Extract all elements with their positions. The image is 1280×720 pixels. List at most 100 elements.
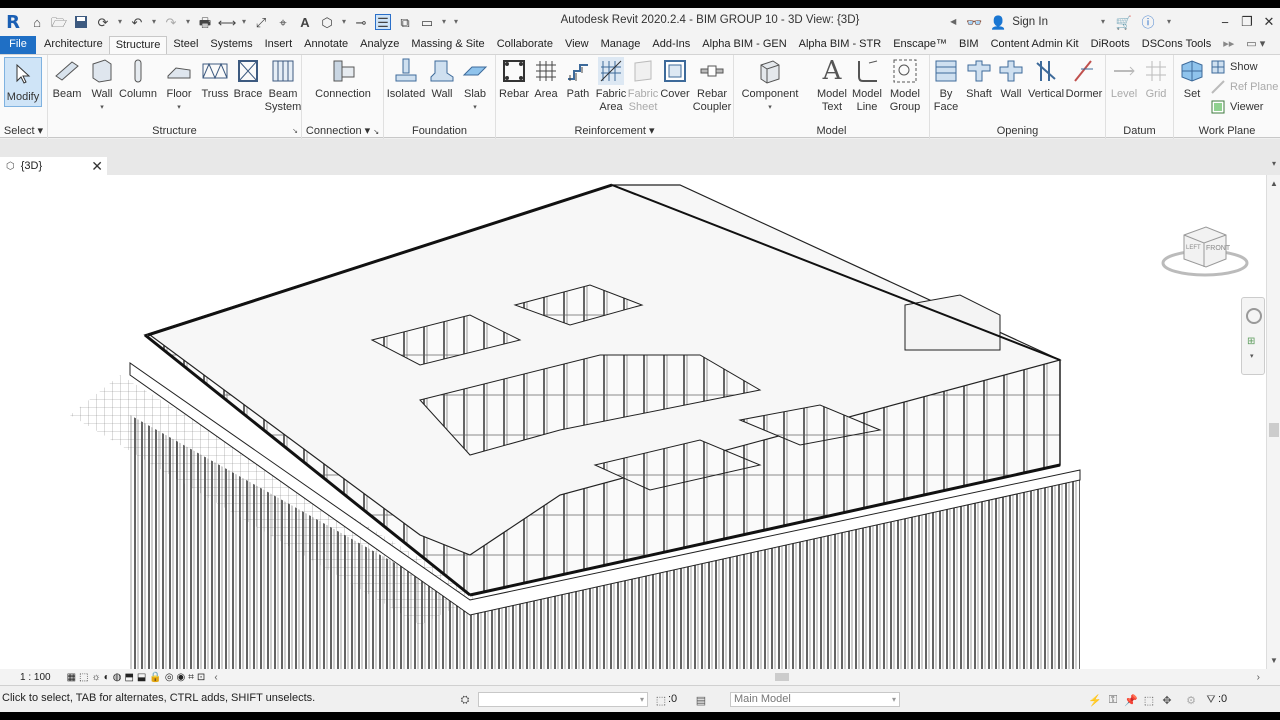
dimension-icon[interactable]: ⤢ xyxy=(253,14,269,30)
tab-massing-site[interactable]: Massing & Site xyxy=(405,36,490,54)
vertical-opening-button[interactable]: Vertical xyxy=(1028,57,1064,101)
rebar-coupler-button[interactable]: Rebar Coupler xyxy=(692,57,732,114)
drag-elements-icon[interactable]: ✥ xyxy=(1160,693,1174,707)
thin-lines-icon[interactable]: ☰ xyxy=(375,14,391,30)
close-icon[interactable]: ✕ xyxy=(1258,14,1280,30)
section-icon[interactable]: ⊸ xyxy=(353,14,369,30)
scroll-up-icon[interactable]: ▲ xyxy=(1270,179,1278,188)
select-pinned-icon[interactable]: 📌 xyxy=(1124,693,1138,707)
highlight-displacement-icon[interactable]: ⊡ xyxy=(197,672,205,683)
tab-insert[interactable]: Insert xyxy=(259,36,299,54)
measure-icon[interactable]: ⟷ xyxy=(218,14,237,30)
help-icon[interactable]: ⓘ xyxy=(1140,14,1156,30)
minimize-icon[interactable]: − xyxy=(1214,15,1236,30)
tab-alpha-bim-gen[interactable]: Alpha BIM - GEN xyxy=(696,36,792,54)
horizontal-scroll-thumb[interactable] xyxy=(775,673,789,681)
3d-view-dropdown-icon[interactable]: ▾ xyxy=(339,14,349,30)
lock-view-icon[interactable]: 🔒 xyxy=(149,672,161,683)
component-dropdown-icon[interactable]: ▾ xyxy=(768,101,772,114)
slab-dropdown-icon[interactable]: ▾ xyxy=(473,101,477,114)
floor-button[interactable]: Floor ▾ xyxy=(164,57,194,114)
tab-alpha-bim-str[interactable]: Alpha BIM - STR xyxy=(793,36,888,54)
wall-foundation-button[interactable]: Wall xyxy=(428,57,456,101)
vertical-scroll-thumb[interactable] xyxy=(1269,423,1279,437)
set-button[interactable]: Set xyxy=(1178,57,1206,101)
area-reinforcement-button[interactable]: Area xyxy=(532,57,560,101)
tab-architecture[interactable]: Architecture xyxy=(38,36,109,54)
text-icon[interactable]: A xyxy=(297,14,313,30)
viewcube-front-face[interactable]: FRONT xyxy=(1206,245,1230,252)
scroll-left-icon[interactable]: ‹ xyxy=(214,672,217,683)
background-processes-icon[interactable]: ⚙ xyxy=(1184,693,1198,707)
navigation-dropdown-icon[interactable]: ▾ xyxy=(1250,352,1254,360)
scroll-down-icon[interactable]: ▼ xyxy=(1270,656,1278,665)
ref-plane-button[interactable]: Ref Plane xyxy=(1210,79,1278,95)
shadows-icon[interactable]: ◐ xyxy=(104,672,110,683)
wall-dropdown-icon[interactable]: ▾ xyxy=(100,101,104,114)
workset-dropdown-icon[interactable]: ▾ xyxy=(640,693,644,706)
by-face-button[interactable]: By Face xyxy=(932,57,960,114)
cart-icon[interactable]: 🛒 xyxy=(1116,14,1132,30)
steering-wheel-icon[interactable] xyxy=(1246,308,1262,324)
analytical-model-icon[interactable]: ⌗ xyxy=(188,672,194,683)
scale-label[interactable]: 1 : 100 xyxy=(20,672,51,683)
home-icon[interactable]: ⌂ xyxy=(29,14,45,30)
dormer-button[interactable]: Dormer xyxy=(1066,57,1102,101)
tab-steel[interactable]: Steel xyxy=(167,36,204,54)
select-panel-title[interactable]: Select ▾ xyxy=(0,124,47,137)
path-reinforcement-button[interactable]: Path xyxy=(564,57,592,101)
grid-button[interactable]: Grid xyxy=(1142,57,1170,101)
component-button[interactable]: Component ▾ xyxy=(742,57,798,114)
model-line-button[interactable]: Model Line xyxy=(850,57,884,114)
horizontal-scrollbar[interactable] xyxy=(310,673,1260,681)
select-by-face-icon[interactable]: ⬚ xyxy=(1142,693,1156,707)
tag-icon[interactable]: ⌖ xyxy=(275,14,291,30)
beam-button[interactable]: Beam xyxy=(52,57,82,101)
open-icon[interactable]: 🗁 xyxy=(51,14,67,30)
filter-icon[interactable]: ⛛ xyxy=(1204,693,1218,707)
isolated-foundation-button[interactable]: Isolated xyxy=(386,57,426,101)
vertical-scrollbar[interactable]: ▲ ▼ xyxy=(1266,175,1280,669)
customize-qat-icon[interactable]: ▾ xyxy=(451,14,461,30)
user-icon[interactable]: 👤 xyxy=(990,14,1006,30)
hide-isolate-icon[interactable]: ◎ xyxy=(165,672,174,683)
zoom-icon[interactable]: ⊞ xyxy=(1247,336,1255,347)
model-text-button[interactable]: A Model Text xyxy=(816,57,848,114)
worksets-icon[interactable]: ⛭ xyxy=(458,693,472,707)
column-button[interactable]: Column xyxy=(119,57,157,101)
fabric-sheet-button[interactable]: Fabric Sheet xyxy=(626,57,660,114)
design-option-dropdown-icon[interactable]: ▾ xyxy=(892,693,896,706)
maximize-icon[interactable]: ❐ xyxy=(1236,14,1258,30)
design-option-combo[interactable]: Main Model ▾ xyxy=(730,692,900,707)
3d-view-canvas[interactable]: LEFT FRONT ⊞ ▾ ▲ ▼ xyxy=(0,175,1280,669)
tab-diroots[interactable]: DiRoots xyxy=(1085,36,1136,54)
revit-logo[interactable]: R xyxy=(4,12,22,33)
show-work-plane-button[interactable]: Show xyxy=(1210,59,1258,75)
modify-button[interactable]: Modify xyxy=(4,57,42,107)
wall-opening-button[interactable]: Wall xyxy=(998,57,1024,101)
viewcube[interactable]: LEFT FRONT xyxy=(1160,221,1250,281)
close-view-tab-icon[interactable]: ✕ xyxy=(91,158,103,175)
tab-structure[interactable]: Structure xyxy=(108,36,168,54)
sun-path-icon[interactable]: ☼ xyxy=(92,672,101,683)
rebar-button[interactable]: Rebar xyxy=(498,57,530,101)
tab-systems[interactable]: Systems xyxy=(204,36,258,54)
tab-view[interactable]: View xyxy=(559,36,595,54)
visual-style-icon[interactable]: ⬚ xyxy=(79,672,88,683)
tab-file[interactable]: File xyxy=(0,36,36,54)
cover-button[interactable]: Cover xyxy=(660,57,690,101)
structural-wall-button[interactable]: Wall ▾ xyxy=(88,57,116,114)
ribbon-options-icon[interactable]: ▭ ▾ xyxy=(1240,36,1271,54)
sign-in-link[interactable]: Sign In xyxy=(1012,16,1048,28)
viewer-button[interactable]: Viewer xyxy=(1210,99,1263,115)
tab-analyze[interactable]: Analyze xyxy=(354,36,405,54)
redo-dropdown-icon[interactable]: ▾ xyxy=(183,14,193,30)
tab-manage[interactable]: Manage xyxy=(595,36,647,54)
structure-settings-icon[interactable]: ↘ xyxy=(292,127,298,135)
crop-view-icon[interactable]: ⬒ xyxy=(124,672,133,683)
select-underlay-icon[interactable]: ⚿ xyxy=(1106,693,1120,707)
shaft-button[interactable]: Shaft xyxy=(964,57,994,101)
tab-add-ins[interactable]: Add-Ins xyxy=(646,36,696,54)
truss-button[interactable]: Truss xyxy=(200,57,230,101)
scroll-right-icon[interactable]: › xyxy=(1257,672,1260,683)
